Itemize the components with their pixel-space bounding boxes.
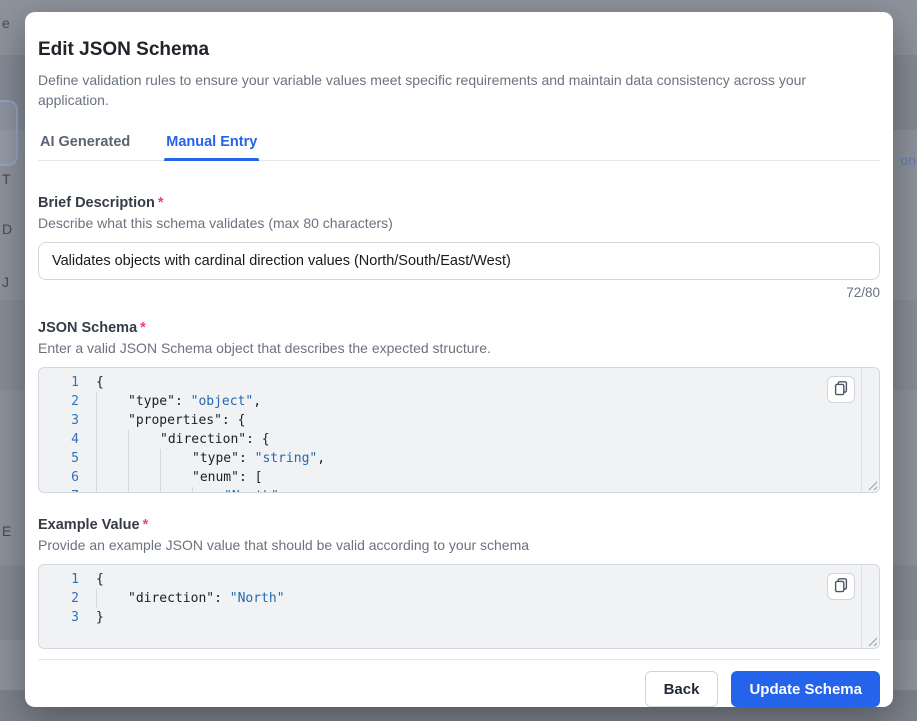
- example-value-label: Example Value*: [38, 515, 880, 535]
- json-schema-label: JSON Schema*: [38, 318, 880, 338]
- copy-icon: [833, 380, 849, 399]
- json-schema-label-text: JSON Schema: [38, 320, 137, 336]
- backdrop-clipped-text: E: [2, 523, 11, 539]
- example-value-section: Example Value* Provide an example JSON v…: [38, 515, 880, 659]
- backdrop-clipped-card: [0, 100, 18, 166]
- modal-title: Edit JSON Schema: [38, 38, 880, 62]
- copy-button[interactable]: [827, 376, 855, 403]
- required-asterisk: *: [140, 320, 146, 336]
- example-value-helper: Provide an example JSON value that shoul…: [38, 535, 880, 555]
- example-value-code: 1{2"direction": "North"3}: [39, 565, 879, 627]
- editor-scrollbar[interactable]: [861, 369, 862, 491]
- backdrop-clipped-text: D: [2, 221, 12, 237]
- brief-description-helper: Describe what this schema validates (max…: [38, 213, 880, 233]
- brief-description-section: Brief Description* Describe what this sc…: [38, 193, 880, 318]
- tab-manual-entry[interactable]: Manual Entry: [164, 134, 259, 160]
- json-schema-code: 1{2"type": "object",3"properties": {4"di…: [39, 368, 879, 493]
- backdrop-clipped-link-text: on: [900, 152, 916, 168]
- editor-scrollbar[interactable]: [861, 566, 862, 647]
- back-button[interactable]: Back: [645, 671, 719, 707]
- character-count: 72/80: [38, 285, 880, 300]
- example-value-editor[interactable]: 1{2"direction": "North"3}: [38, 564, 880, 649]
- modal-subtitle: Define validation rules to ensure your v…: [38, 70, 880, 110]
- modal-footer: Back Update Schema: [38, 659, 880, 707]
- json-schema-editor[interactable]: 1{2"type": "object",3"properties": {4"di…: [38, 367, 880, 493]
- backdrop-clipped-text: e: [2, 15, 10, 31]
- update-schema-button[interactable]: Update Schema: [731, 671, 880, 707]
- brief-description-label: Brief Description*: [38, 193, 880, 213]
- resize-handle[interactable]: [866, 635, 877, 646]
- tab-ai-generated[interactable]: AI Generated: [38, 134, 132, 160]
- required-asterisk: *: [143, 517, 149, 533]
- required-asterisk: *: [158, 195, 164, 211]
- backdrop-clipped-text: T: [2, 171, 11, 187]
- edit-json-schema-modal: Edit JSON Schema Define validation rules…: [25, 12, 893, 707]
- json-schema-section: JSON Schema* Enter a valid JSON Schema o…: [38, 318, 880, 515]
- brief-description-label-text: Brief Description: [38, 195, 155, 211]
- copy-icon: [833, 577, 849, 596]
- example-value-label-text: Example Value: [38, 517, 140, 533]
- json-schema-helper: Enter a valid JSON Schema object that de…: [38, 338, 880, 358]
- backdrop-clipped-text: J: [2, 274, 9, 290]
- copy-button[interactable]: [827, 573, 855, 600]
- tab-bar: AI Generated Manual Entry: [38, 134, 880, 161]
- screen: e T D J E on Edit JSON Schema Define val…: [0, 0, 917, 721]
- brief-description-input[interactable]: [38, 242, 880, 280]
